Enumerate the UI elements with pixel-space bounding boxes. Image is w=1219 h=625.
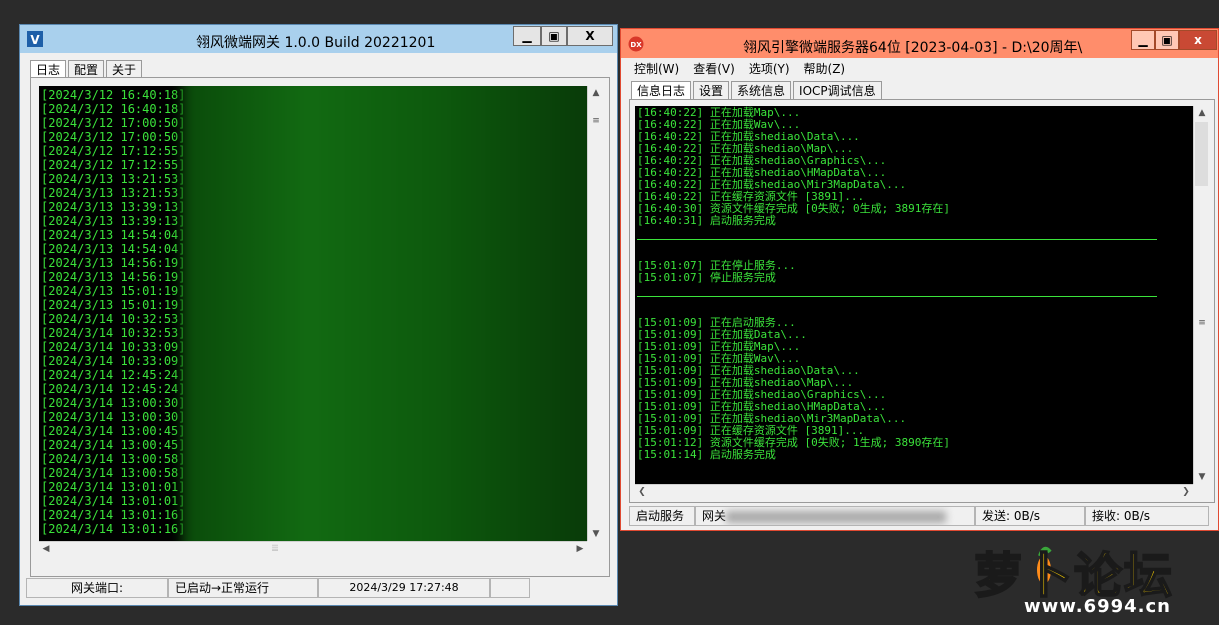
site-watermark: 萝卜论坛 www.6994.cn [966, 526, 1216, 622]
gateway-horizontal-scrollbar[interactable]: ◀ ⦙⦙⦙ ▶ [39, 541, 587, 557]
tab-iocp-debug[interactable]: IOCP调试信息 [793, 81, 882, 99]
server-statusbar: 启动服务 网关 发送: 0B/s 接收: 0B/s [629, 506, 1209, 526]
tab-config[interactable]: 配置 [68, 60, 105, 78]
redacted-address [726, 511, 946, 523]
scroll-grip-icon[interactable]: ≡ [1194, 316, 1210, 330]
log-line: [15:01:07] 停止服务完成 [637, 271, 776, 284]
scroll-left-icon[interactable]: ◀ [39, 542, 53, 556]
scroll-left-icon[interactable]: ❮ [635, 485, 649, 499]
gateway-titlebar[interactable]: V 翎风微端网关 1.0.0 Build 20221201 ▁ ▣ X [20, 25, 617, 53]
tab-system-info[interactable]: 系统信息 [731, 81, 792, 99]
menu-help[interactable]: 帮助(Z) [797, 60, 853, 78]
window-title: 翎风微端网关 1.0.0 Build 20221201 [196, 35, 436, 51]
server-menubar: 控制(W) 查看(V) 选项(Y) 帮助(Z) [627, 60, 852, 78]
server-tab-panel: [16:40:22] 正在加载Map\... [16:40:22] 正在加载Wav… [629, 99, 1215, 503]
svg-text:V: V [30, 33, 40, 47]
gateway-state: 已启动→正常运行 [168, 578, 318, 598]
v-logo-icon: V [27, 31, 43, 47]
log-separator [637, 296, 1157, 297]
scroll-right-icon[interactable]: ▶ [573, 542, 587, 556]
log-line: [15:01:14] 启动服务完成 [637, 448, 776, 461]
menu-control[interactable]: 控制(W) [627, 60, 686, 78]
tab-log[interactable]: 日志 [30, 60, 67, 78]
scroll-up-icon[interactable]: ▲ [588, 86, 604, 100]
gateway-statusbar: 网关端口: 已启动→正常运行 2024/3/29 17:27:48 [26, 578, 530, 598]
status-spare-cell [490, 578, 530, 598]
scroll-up-icon[interactable]: ▲ [1194, 106, 1210, 120]
send-rate: 发送: 0B/s [975, 506, 1085, 526]
scroll-thumb[interactable] [1195, 122, 1208, 186]
log-line: [16:40:31] 启动服务完成 [637, 214, 776, 227]
svg-text:DX: DX [630, 41, 642, 49]
scroll-thumb-grip-icon[interactable]: ≡ [588, 114, 604, 128]
server-tabs: 信息日志 设置 系统信息 IOCP调试信息 [631, 81, 884, 99]
server-vertical-scrollbar[interactable]: ▲ ≡ ▼ [1193, 106, 1209, 484]
close-button[interactable]: x [1179, 30, 1217, 50]
close-button[interactable]: X [567, 26, 613, 46]
gateway-vertical-scrollbar[interactable]: ▲ ≡ ▼ [587, 86, 603, 541]
log-block-startup: [16:40:22] 正在加载Map\... [16:40:22] 正在加载Wav… [637, 107, 1193, 227]
gateway-tabs: 日志 配置 关于 [30, 60, 144, 78]
tab-about[interactable]: 关于 [106, 60, 143, 78]
gateway-datetime: 2024/3/29 17:27:48 [318, 578, 490, 598]
tab-info-log[interactable]: 信息日志 [631, 81, 692, 99]
dx-logo-icon: DX [628, 36, 644, 52]
scroll-down-icon[interactable]: ▼ [1194, 470, 1210, 484]
gateway-tab-panel: [2024/3/12 16:40:18] [2024/3/12 16:40:18]… [30, 77, 610, 577]
server-window: DX 翎风引擎微端服务器64位 [2023-04-03] - D:\20周年\ … [620, 28, 1219, 531]
gateway-address: 网关 [695, 506, 975, 526]
gateway-log-console[interactable]: [2024/3/12 16:40:18] [2024/3/12 16:40:18]… [39, 86, 587, 541]
watermark-url: www.6994.cn [1024, 596, 1171, 617]
server-log-console[interactable]: [16:40:22] 正在加载Map\... [16:40:22] 正在加载Wav… [635, 106, 1193, 484]
receive-rate: 接收: 0B/s [1085, 506, 1209, 526]
scroll-down-icon[interactable]: ▼ [588, 527, 604, 541]
log-block-restart: [15:01:09] 正在启动服务... [15:01:09] 正在加载Data\… [637, 317, 1193, 461]
log-block-stop: [15:01:07] 正在停止服务... [15:01:07] 停止服务完成 [637, 260, 1193, 284]
gateway-port-label: 网关端口: [26, 578, 168, 598]
maximize-button[interactable]: ▣ [541, 26, 567, 46]
gateway-window: V 翎风微端网关 1.0.0 Build 20221201 ▁ ▣ X 日志 配… [19, 24, 618, 606]
gateway-address-label: 网关 [702, 509, 727, 523]
maximize-button[interactable]: ▣ [1155, 30, 1179, 50]
hscroll-grip-icon[interactable]: ⦙⦙⦙ [265, 542, 285, 556]
service-status: 启动服务 [629, 506, 695, 526]
menu-view[interactable]: 查看(V) [686, 60, 742, 78]
menu-options[interactable]: 选项(Y) [742, 60, 797, 78]
server-horizontal-scrollbar[interactable]: ❮ ❯ [635, 484, 1193, 500]
window-title: 翎风引擎微端服务器64位 [2023-04-03] - D:\20周年\ [743, 40, 1083, 56]
scroll-right-icon[interactable]: ❯ [1179, 485, 1193, 499]
redacted-log-content [182, 86, 587, 541]
log-separator [637, 239, 1157, 240]
minimize-button[interactable]: ▁ [513, 26, 541, 46]
tab-settings[interactable]: 设置 [693, 81, 730, 99]
server-titlebar[interactable]: DX 翎风引擎微端服务器64位 [2023-04-03] - D:\20周年\ … [621, 29, 1218, 58]
minimize-button[interactable]: ▁ [1131, 30, 1155, 50]
